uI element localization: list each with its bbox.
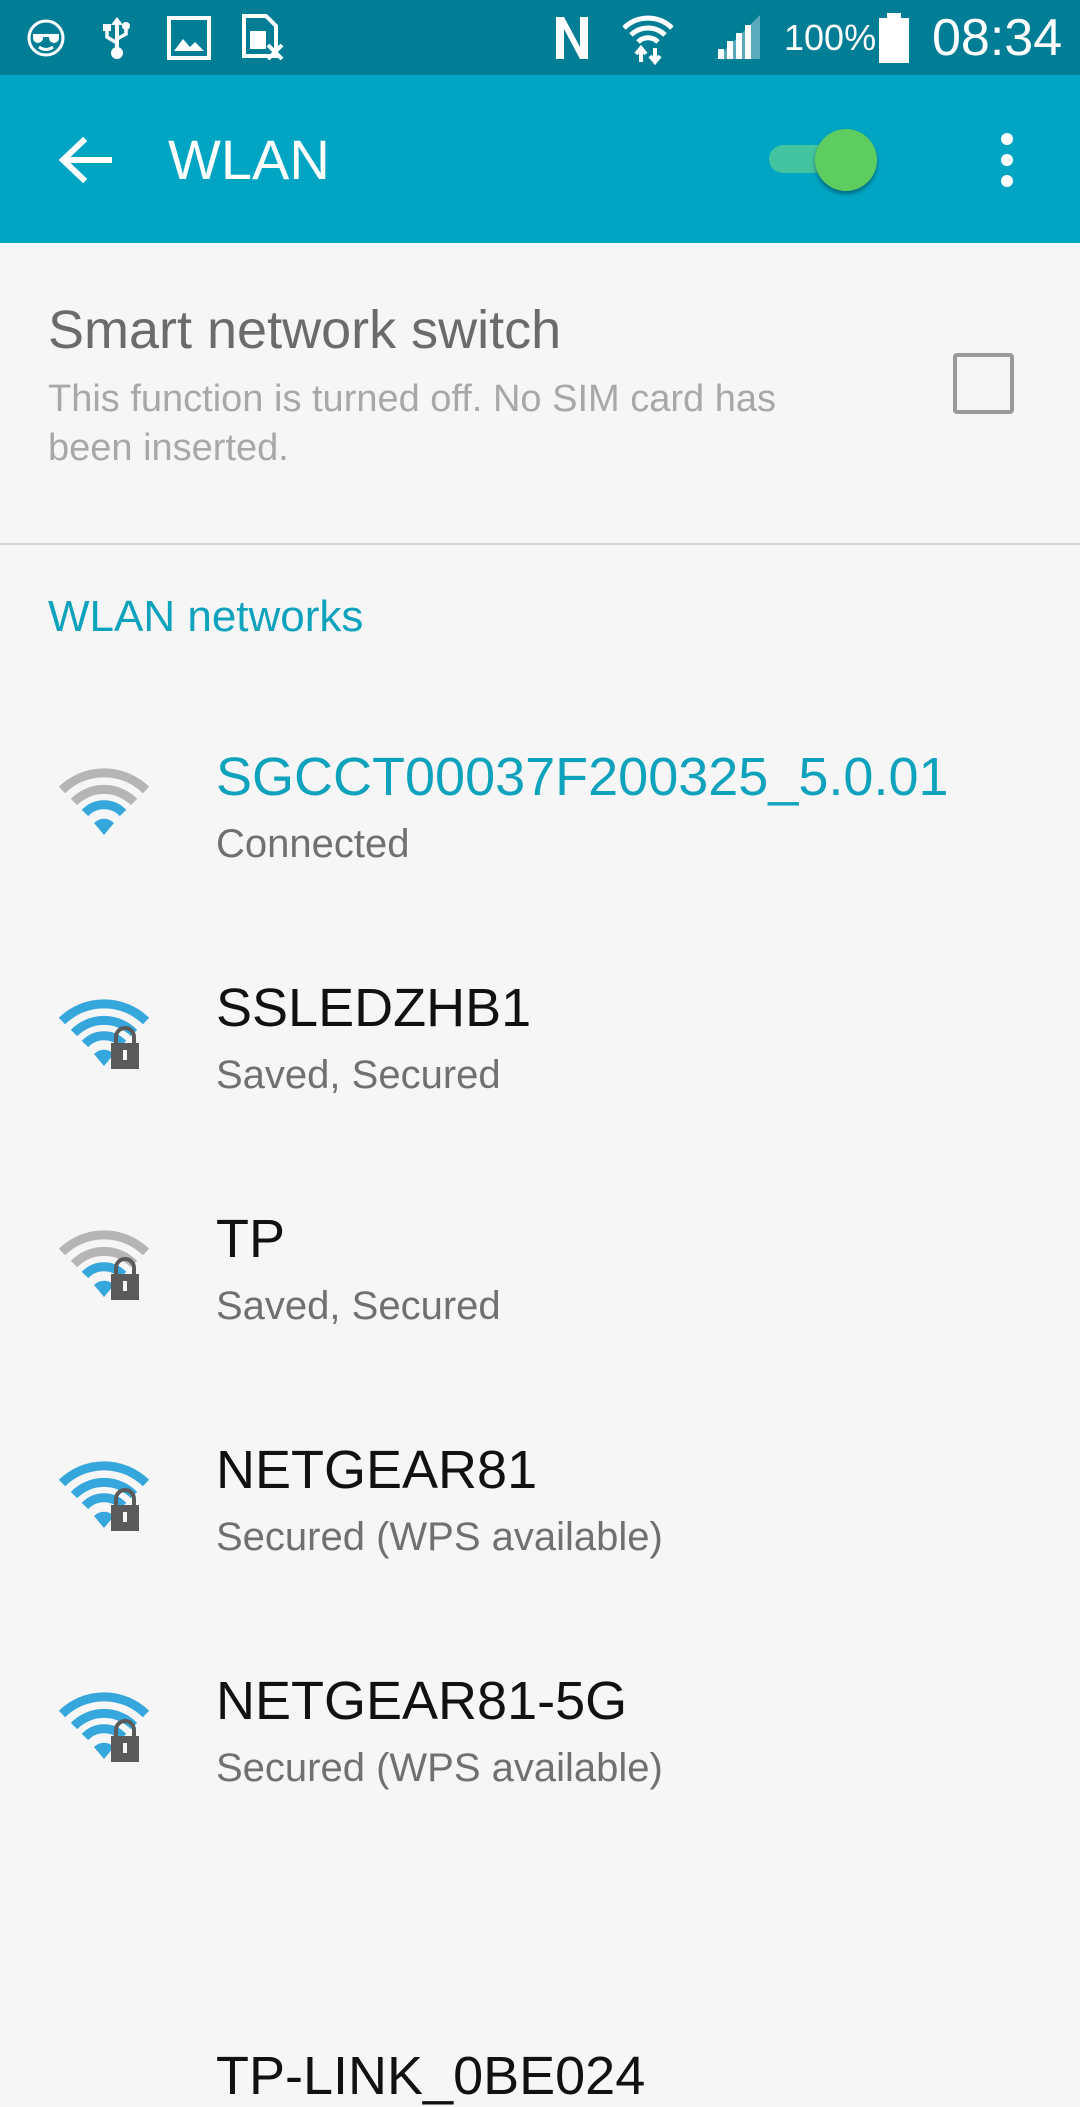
clock: 08:34 xyxy=(932,8,1063,67)
usb-icon xyxy=(97,0,137,75)
wifi-secured-icon xyxy=(58,1461,150,1531)
nfc-icon xyxy=(548,0,596,75)
network-status: Secured (WPS available) xyxy=(216,1746,663,1790)
network-item-netgear81-5g[interactable]: NETGEAR81-5G Secured (WPS available) xyxy=(0,1614,1080,1845)
network-item-tp-link[interactable]: TP-LINK_0BE024 xyxy=(0,1845,1080,2106)
wifi-secured-icon xyxy=(58,1230,150,1300)
network-item-netgear81[interactable]: NETGEAR81 Secured (WPS available) xyxy=(0,1383,1080,1614)
more-vert-icon xyxy=(1001,133,1013,145)
network-item-sgcct[interactable]: SGCCT00037F200325_5.0.01 Connected xyxy=(0,690,1080,921)
wifi-secured-icon xyxy=(58,1692,150,1762)
smart-network-switch-row[interactable]: Smart network switch This function is tu… xyxy=(0,243,1080,545)
network-item-ssledzhb1[interactable]: SSLEDZHB1 Saved, Secured xyxy=(0,921,1080,1152)
network-name: TP-LINK_0BE024 xyxy=(216,2046,646,2106)
network-name: NETGEAR81 xyxy=(216,1440,538,1500)
network-status: Connected xyxy=(216,822,410,866)
network-status: Saved, Secured xyxy=(216,1284,501,1328)
wifi-signal-icon xyxy=(58,768,150,835)
cell-signal-icon xyxy=(712,0,764,75)
toggle-thumb xyxy=(815,129,877,191)
network-name: NETGEAR81-5G xyxy=(216,1671,628,1731)
gallery-icon xyxy=(166,0,212,75)
network-list: SGCCT00037F200325_5.0.01 Connected SSLED… xyxy=(0,690,1080,2106)
wifi-secured-icon xyxy=(58,999,150,1069)
networks-section-header: WLAN networks xyxy=(48,592,364,641)
smart-switch-description: This function is turned off. No SIM card… xyxy=(48,378,776,469)
back-button[interactable] xyxy=(40,115,130,205)
page-title: WLAN xyxy=(168,127,330,191)
network-status: Secured (WPS available) xyxy=(216,1515,663,1559)
smart-switch-checkbox[interactable] xyxy=(953,353,1014,414)
wifi-transfer-icon xyxy=(620,0,676,75)
network-status: Saved, Secured xyxy=(216,1053,501,1097)
arrow-left-icon xyxy=(58,136,112,184)
sim-off-icon xyxy=(238,0,286,75)
wlan-toggle[interactable] xyxy=(765,125,885,193)
battery-percent: 100% xyxy=(784,16,877,58)
app-bar: WLAN xyxy=(0,75,1080,243)
network-name: SSLEDZHB1 xyxy=(216,978,532,1038)
status-bar: 100% 08:34 xyxy=(0,0,1080,75)
sunglasses-icon xyxy=(22,0,70,75)
smart-switch-title: Smart network switch xyxy=(48,300,562,360)
network-name: SGCCT00037F200325_5.0.01 xyxy=(216,747,949,807)
network-item-tp[interactable]: TP Saved, Secured xyxy=(0,1152,1080,1383)
network-name: TP xyxy=(216,1209,286,1269)
battery-icon xyxy=(876,0,912,75)
more-options-button[interactable] xyxy=(972,120,1042,200)
